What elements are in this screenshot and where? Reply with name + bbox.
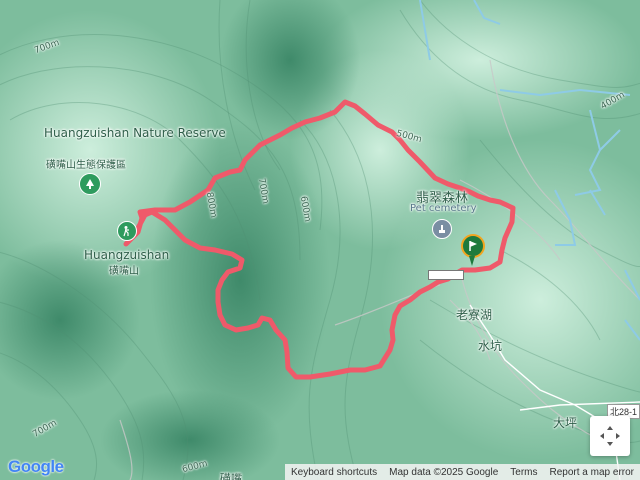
- peak-name-zh: 磺嘴山: [109, 266, 139, 277]
- peak-name-en: Huangzuishan: [84, 248, 170, 262]
- map-canvas[interactable]: Huangzuishan Nature Reserve 磺嘴山生態保護區 Hua…: [0, 0, 640, 480]
- reserve-label-zh: 磺嘴山生態保護區: [46, 156, 126, 171]
- google-logo[interactable]: Google: [8, 457, 64, 477]
- terms-link[interactable]: Terms: [504, 467, 543, 478]
- white-parking-sign: [428, 270, 464, 280]
- cemetery-icon[interactable]: [432, 219, 452, 239]
- fullscreen-icon: [600, 426, 620, 446]
- pet-label-en: Pet cemetery: [410, 203, 477, 214]
- marker-pin-tip: [469, 256, 475, 266]
- place-label-shuikeng: 水坑: [478, 337, 502, 354]
- place-label-lao: 老寮湖: [456, 306, 492, 323]
- keyboard-shortcuts-link[interactable]: Keyboard shortcuts: [285, 467, 383, 478]
- peak-label-en: Huangzuishan: [84, 248, 169, 262]
- bottom-partial-text: 磺嘴: [220, 472, 242, 480]
- pet-name-en: Pet cemetery: [410, 203, 477, 214]
- reserve-name-en: Huangzuishan Nature Reserve: [44, 126, 226, 140]
- peak-icon[interactable]: [117, 221, 137, 241]
- reserve-name-zh: 磺嘴山生態保護區: [46, 160, 126, 171]
- place-shuikeng-text: 水坑: [478, 339, 503, 353]
- report-error-link[interactable]: Report a map error: [544, 467, 640, 478]
- reserve-label-en: Huangzuishan Nature Reserve: [44, 126, 226, 140]
- flag-marker-icon[interactable]: [461, 234, 485, 258]
- bottom-partial-label: 磺嘴: [220, 470, 242, 480]
- peak-label-zh: 磺嘴山: [109, 262, 139, 277]
- place-lao-text: 老寮湖: [456, 308, 493, 322]
- place-daping-text: 大坪: [553, 416, 578, 430]
- map-data-text: Map data ©2025 Google: [389, 466, 499, 478]
- terrain-layer: [0, 0, 640, 480]
- fullscreen-button[interactable]: [590, 416, 630, 456]
- park-icon[interactable]: [79, 173, 101, 195]
- attribution-bar: Keyboard shortcuts Map data ©2025 Google…: [284, 464, 640, 480]
- place-label-daping: 大坪: [553, 414, 577, 431]
- google-logo-text: Google: [8, 457, 64, 476]
